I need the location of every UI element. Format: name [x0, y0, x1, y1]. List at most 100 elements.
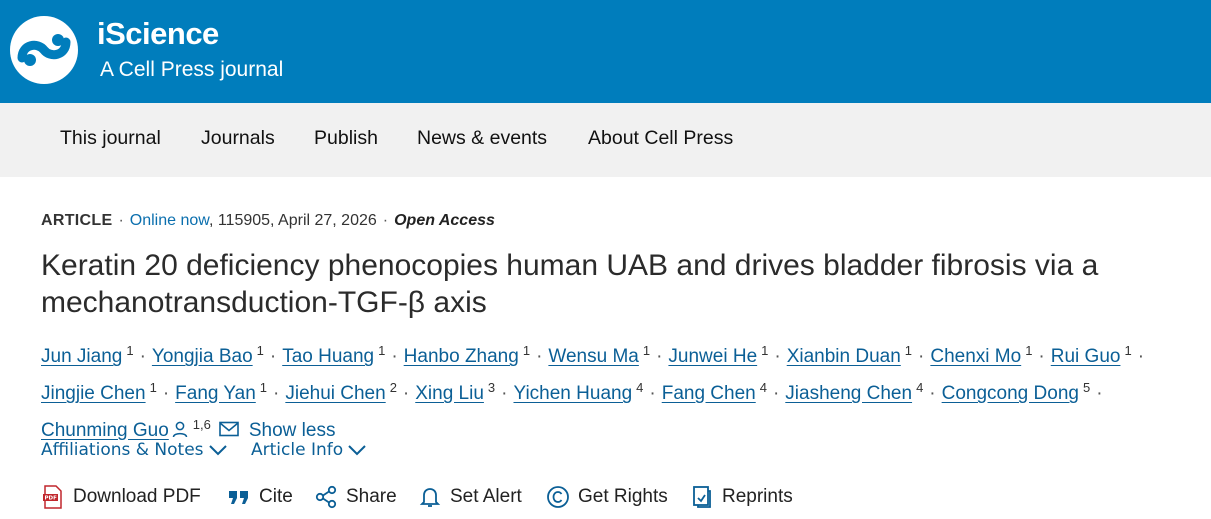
- author-link[interactable]: Jiehui Chen: [285, 383, 385, 404]
- online-now-link[interactable]: Online now: [130, 212, 209, 229]
- affiliations-notes-toggle[interactable]: Affiliations & Notes: [41, 440, 228, 460]
- author-link[interactable]: Junwei He: [668, 346, 757, 367]
- author-affiliation: 1: [149, 379, 157, 395]
- author-link[interactable]: Jun Jiang: [41, 346, 122, 367]
- author-affiliation: 1: [378, 343, 386, 358]
- author-affiliation: 1: [642, 343, 651, 358]
- chevron-down-icon: [348, 445, 366, 456]
- author-item: Jingjie Chen 1: [41, 379, 157, 404]
- author-affiliation: 4: [636, 379, 644, 395]
- author-link[interactable]: Fang Yan: [175, 383, 256, 404]
- article-info-label: Article Info: [251, 440, 344, 460]
- meta-separator: ·: [382, 212, 389, 229]
- author-affiliation: 1: [761, 343, 769, 358]
- nav-journals[interactable]: Journals: [201, 127, 275, 150]
- author-link[interactable]: Yongjia Bao: [152, 346, 253, 367]
- author-item: Tao Huang 1: [282, 343, 386, 367]
- reprints-label: Reprints: [722, 486, 793, 507]
- article-details: , 115905, April 27, 2026: [208, 212, 377, 229]
- author-affiliation: 4: [759, 379, 767, 395]
- nav-about-cell-press[interactable]: About Cell Press: [588, 127, 733, 150]
- affiliations-notes-label: Affiliations & Notes: [41, 440, 204, 460]
- article-title: Keratin 20 deficiency phenocopies human …: [41, 249, 1099, 319]
- author-link[interactable]: Fang Chen: [662, 383, 756, 404]
- nav-news-events[interactable]: News & events: [417, 127, 547, 150]
- author-item: Chunming Guo 1,6: [41, 416, 211, 441]
- reprints-icon: [693, 486, 711, 508]
- author-item: Jiehui Chen 2: [285, 379, 397, 404]
- author-link[interactable]: Hanbo Zhang: [404, 346, 519, 367]
- author-item: Jun Jiang 1: [41, 343, 134, 367]
- author-affiliation: 4: [916, 379, 924, 395]
- reprints-button[interactable]: Reprints: [690, 485, 793, 509]
- set-alert-button[interactable]: Set Alert: [418, 485, 522, 509]
- author-item: Jiasheng Chen 4: [785, 379, 924, 404]
- author-item: Hanbo Zhang 1: [404, 343, 531, 367]
- author-item: Yongjia Bao 1: [152, 343, 264, 367]
- get-rights-label: Get Rights: [578, 486, 668, 507]
- download-pdf-label: Download PDF: [73, 486, 201, 507]
- author-item: Xianbin Duan 1: [787, 343, 913, 367]
- author-link[interactable]: Yichen Huang: [513, 383, 632, 404]
- get-rights-button[interactable]: Get Rights: [546, 485, 668, 509]
- cite-label: Cite: [259, 486, 293, 507]
- cell-press-logo-icon[interactable]: [8, 14, 80, 86]
- author-affiliation: 1: [1124, 343, 1132, 358]
- set-alert-label: Set Alert: [450, 486, 522, 507]
- author-link[interactable]: Xing Liu: [415, 383, 484, 404]
- author-link[interactable]: Chunming Guo: [41, 420, 169, 441]
- svg-text:PDF: PDF: [45, 496, 58, 502]
- author-item: Congcong Dong 5: [942, 379, 1091, 404]
- site-header: iScience A Cell Press journal: [0, 0, 1211, 103]
- bell-icon: [419, 488, 441, 507]
- author-affiliation: 1: [259, 379, 268, 395]
- journal-tagline: A Cell Press journal: [100, 58, 284, 81]
- open-access-label: Open Access: [394, 212, 495, 229]
- meta-separator: ·: [118, 212, 124, 229]
- copyright-icon: [547, 486, 569, 508]
- author-item: Fang Yan 1: [175, 379, 268, 404]
- chevron-down-icon: [208, 445, 227, 456]
- nav-publish[interactable]: Publish: [314, 127, 378, 150]
- share-label: Share: [346, 486, 397, 507]
- author-item: Yichen Huang 4: [513, 379, 644, 404]
- article-meta: ARTICLE · Online now, 115905, April 27, 20…: [41, 212, 495, 230]
- author-affiliation: 3: [487, 379, 496, 395]
- author-affiliation: 1: [126, 343, 134, 358]
- nav-this-journal[interactable]: This journal: [60, 127, 161, 150]
- author-affiliation: 1: [256, 343, 264, 358]
- author-list: Jun Jiang 1 · Yongjia Bao 1 · Tao Huang 1 · Hanbo…: [41, 343, 1145, 441]
- author-affiliation: 1,6: [192, 416, 211, 432]
- journal-name[interactable]: iScience: [97, 16, 219, 52]
- article-info-toggle[interactable]: Article Info: [251, 440, 367, 460]
- author-affiliation: 5: [1082, 379, 1091, 395]
- author-link[interactable]: Chenxi Mo: [930, 346, 1021, 367]
- pdf-icon: PDF: [43, 485, 62, 509]
- author-link[interactable]: Tao Huang: [282, 346, 374, 367]
- author-link[interactable]: Congcong Dong: [942, 383, 1079, 404]
- main-nav: This journal Journals Publish News & eve…: [0, 103, 1211, 177]
- cite-button[interactable]: Cite: [227, 485, 293, 509]
- author-item: Rui Guo 1: [1051, 343, 1132, 367]
- author-link[interactable]: Rui Guo: [1051, 346, 1121, 367]
- share-button[interactable]: Share: [314, 485, 397, 509]
- author-affiliation: 1: [904, 343, 913, 358]
- author-item: Xing Liu 3: [415, 379, 496, 404]
- author-item: Junwei He 1: [668, 343, 769, 367]
- author-item: Fang Chen 4: [662, 379, 767, 404]
- author-link[interactable]: Wensu Ma: [548, 346, 638, 367]
- author-affiliation: 1: [1025, 343, 1033, 358]
- author-affiliation: 1: [522, 343, 531, 358]
- quote-icon: [229, 491, 248, 504]
- author-item: Wensu Ma 1: [548, 343, 651, 367]
- author-link[interactable]: Xianbin Duan: [787, 346, 901, 367]
- show-less-link[interactable]: Show less: [249, 420, 336, 441]
- article-type: ARTICLE: [41, 212, 113, 229]
- author-affiliation: 2: [389, 379, 397, 395]
- author-link[interactable]: Jiasheng Chen: [785, 383, 912, 404]
- author-item: Chenxi Mo 1: [930, 343, 1033, 367]
- mail-icon[interactable]: [219, 421, 239, 437]
- author-link[interactable]: Jingjie Chen: [41, 383, 146, 404]
- share-icon: [315, 485, 337, 509]
- download-pdf-button[interactable]: PDF Download PDF: [41, 485, 201, 509]
